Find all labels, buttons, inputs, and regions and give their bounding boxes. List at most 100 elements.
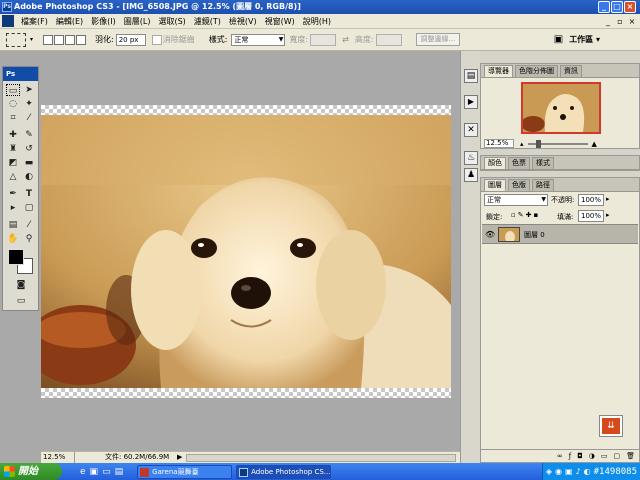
- tab-styles[interactable]: 樣式: [532, 157, 554, 169]
- navigator-thumbnail[interactable]: [521, 82, 601, 134]
- tab-layers[interactable]: 圖層: [484, 179, 506, 191]
- move-tool-icon[interactable]: ➤: [22, 84, 36, 96]
- history-panel-icon[interactable]: ▤: [464, 69, 478, 83]
- opacity-input[interactable]: 100%: [578, 194, 604, 206]
- adjustment-layer-icon[interactable]: ◑: [589, 452, 595, 460]
- menu-filter[interactable]: 濾鏡(T): [190, 14, 225, 29]
- clone-source-icon[interactable]: ♟: [464, 168, 478, 182]
- slice-tool-icon[interactable]: ⁄: [22, 112, 36, 124]
- media-icon[interactable]: ▣: [90, 467, 99, 477]
- doc-close-button[interactable]: ×: [626, 17, 638, 26]
- foreground-color-swatch-top[interactable]: [8, 249, 24, 265]
- eraser-tool-icon[interactable]: ◩: [6, 157, 20, 169]
- tab-channels[interactable]: 色版: [508, 179, 530, 191]
- navigator-zoom-input[interactable]: 12.5%: [484, 139, 514, 148]
- zoom-slider-thumb[interactable]: [535, 139, 541, 148]
- blur-tool-icon[interactable]: △: [6, 171, 20, 183]
- zoom-out-icon[interactable]: ▴: [520, 140, 524, 148]
- tray-icon-1[interactable]: ◈: [546, 467, 552, 476]
- dodge-tool-icon[interactable]: ◐: [22, 171, 36, 183]
- doc-restore-button[interactable]: ▫: [614, 17, 626, 26]
- type-tool-icon[interactable]: T: [22, 188, 36, 200]
- document-image[interactable]: [41, 115, 451, 388]
- new-selection-icon[interactable]: [43, 34, 54, 45]
- notes-tool-icon[interactable]: ▤: [6, 219, 20, 231]
- menu-edit[interactable]: 編輯(E): [52, 14, 87, 29]
- horizontal-scrollbar[interactable]: [186, 453, 456, 462]
- tool-presets-icon[interactable]: ✕: [464, 123, 478, 137]
- tray-icon-3[interactable]: ▣: [565, 467, 573, 476]
- taskbar-item-photoshop[interactable]: Adobe Photoshop CS...: [236, 464, 332, 479]
- desktop-icon[interactable]: ▭: [102, 467, 111, 477]
- layer-mask-icon[interactable]: ◘: [577, 452, 583, 460]
- tray-icon-2[interactable]: ◉: [555, 467, 562, 476]
- subtract-selection-icon[interactable]: [65, 34, 76, 45]
- tray-icon-5[interactable]: ◐: [584, 467, 591, 476]
- tab-navigator[interactable]: 導覽器: [484, 65, 513, 77]
- marquee-tool-icon[interactable]: ▭: [6, 84, 20, 96]
- screen-mode-icon[interactable]: ▭: [14, 295, 28, 307]
- status-arrow-icon[interactable]: ▶: [177, 452, 182, 463]
- tab-histogram[interactable]: 色階分佈圖: [515, 65, 558, 77]
- minimize-button[interactable]: _: [598, 1, 610, 13]
- path-selection-icon[interactable]: ▸: [6, 202, 20, 214]
- magic-wand-icon[interactable]: ✦: [22, 98, 36, 110]
- zoom-tool-icon[interactable]: ⚲: [22, 233, 36, 245]
- intersect-selection-icon[interactable]: [76, 34, 87, 45]
- quick-mask-icon[interactable]: ◙: [14, 279, 28, 291]
- lock-icons[interactable]: ▫✎✚▪: [511, 211, 540, 219]
- blend-mode-select[interactable]: 正常 ▼: [484, 194, 548, 206]
- new-group-icon[interactable]: ▭: [601, 452, 608, 460]
- menu-select[interactable]: 選取(S): [154, 14, 189, 29]
- width-input[interactable]: [310, 33, 337, 46]
- menu-help[interactable]: 說明(H): [299, 14, 335, 29]
- swap-icon[interactable]: ⇄: [342, 35, 349, 44]
- tab-color[interactable]: 顏色: [484, 157, 506, 169]
- actions-panel-icon[interactable]: ▶: [464, 95, 478, 109]
- tab-swatches[interactable]: 色票: [508, 157, 530, 169]
- tab-info[interactable]: 資訊: [560, 65, 582, 77]
- fill-arrow-icon[interactable]: ▸: [606, 211, 610, 219]
- feather-input[interactable]: 20 px: [115, 33, 146, 46]
- eye-icon[interactable]: 👁: [485, 230, 495, 239]
- new-layer-icon[interactable]: ▢: [613, 452, 620, 460]
- menu-layer[interactable]: 圖層(L): [120, 14, 155, 29]
- marquee-preset-icon[interactable]: [6, 32, 26, 47]
- height-input[interactable]: [375, 33, 402, 46]
- menu-image[interactable]: 影像(I): [87, 14, 120, 29]
- hand-tool-icon[interactable]: ✋: [6, 233, 20, 245]
- menu-window[interactable]: 視窗(W): [261, 14, 299, 29]
- zoom-in-icon[interactable]: ▲: [592, 140, 597, 148]
- crop-tool-icon[interactable]: ⌗: [6, 112, 20, 124]
- antialias-checkbox[interactable]: [151, 34, 162, 45]
- brushes-icon[interactable]: ♨: [464, 151, 478, 165]
- brushes-palette-icon[interactable]: ▣: [554, 34, 563, 45]
- link-layers-icon[interactable]: ∞: [557, 452, 563, 460]
- menu-file[interactable]: 檔案(F): [17, 14, 52, 29]
- close-button[interactable]: ×: [624, 1, 636, 13]
- healing-brush-icon[interactable]: ✚: [6, 129, 20, 141]
- tray-icon-4[interactable]: ♪: [576, 467, 581, 476]
- start-button[interactable]: 開始: [0, 463, 62, 480]
- layer-style-icon[interactable]: ƒ: [569, 452, 571, 460]
- fill-input[interactable]: 100%: [578, 210, 604, 222]
- maximize-button[interactable]: □: [611, 1, 623, 13]
- doc-minimize-button[interactable]: _: [602, 17, 614, 26]
- eyedropper-icon[interactable]: ⁄: [22, 219, 36, 231]
- clone-stamp-icon[interactable]: ♜: [6, 143, 20, 155]
- taskbar-item-garena[interactable]: Garena競舞臺: [137, 464, 233, 479]
- menu-view[interactable]: 檢視(V): [225, 14, 261, 29]
- history-brush-icon[interactable]: ↺: [22, 143, 36, 155]
- chevron-down-icon[interactable]: ▾: [30, 36, 33, 43]
- add-selection-icon[interactable]: [54, 34, 65, 45]
- style-select[interactable]: 正常 ▼: [231, 33, 286, 46]
- navigator-zoom-slider[interactable]: [527, 139, 588, 148]
- explorer-icon[interactable]: ▤: [115, 467, 124, 477]
- lasso-tool-icon[interactable]: ◌: [6, 98, 20, 110]
- ie-icon[interactable]: e: [80, 467, 86, 477]
- brush-tool-icon[interactable]: ✎: [22, 129, 36, 141]
- workspace-button[interactable]: 工作區 ▾: [569, 34, 600, 45]
- scroll-down-button[interactable]: ⇊: [599, 415, 623, 437]
- tab-paths[interactable]: 路徑: [532, 179, 554, 191]
- zoom-level[interactable]: 12.5%: [41, 452, 75, 463]
